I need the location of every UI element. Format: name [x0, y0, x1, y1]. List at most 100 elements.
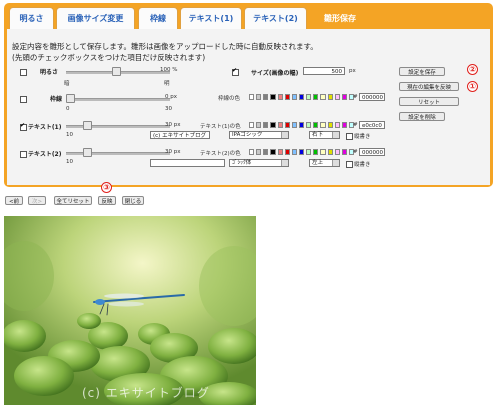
color-swatch[interactable]: [291, 149, 297, 155]
color-swatch[interactable]: [256, 94, 262, 100]
color-swatch[interactable]: [298, 94, 305, 100]
next-button[interactable]: 次>: [28, 196, 46, 205]
color-swatch[interactable]: [327, 94, 333, 100]
text1-checkbox[interactable]: [20, 122, 27, 131]
text2-checkbox[interactable]: [20, 151, 27, 158]
color-swatch[interactable]: [284, 149, 290, 155]
text1-color-input[interactable]: e0c0c0: [359, 121, 385, 129]
size-checkbox[interactable]: [232, 67, 239, 76]
color-swatch[interactable]: [270, 122, 276, 128]
text2-color-swatches[interactable]: [249, 149, 355, 155]
color-swatch[interactable]: [341, 94, 347, 100]
color-swatch[interactable]: [249, 122, 255, 128]
text1-vertical-checkbox[interactable]: [346, 133, 353, 140]
text1-font-select[interactable]: IPAゴシック: [229, 131, 289, 139]
close-button[interactable]: 閉じる: [122, 196, 144, 205]
text2-vertical-label: 縦書き: [354, 162, 371, 168]
text2-position-select[interactable]: 左上: [309, 159, 340, 167]
text1-min-label: 10: [66, 132, 73, 138]
color-swatch[interactable]: [284, 94, 290, 100]
color-swatch[interactable]: [334, 94, 340, 100]
border-color-hash: #: [353, 94, 358, 100]
text1-label: テキスト(1): [28, 124, 62, 131]
color-swatch[interactable]: [277, 94, 283, 100]
color-swatch[interactable]: [263, 122, 269, 128]
border-color-input[interactable]: 000000: [359, 93, 385, 101]
border-checkbox[interactable]: [20, 96, 27, 103]
color-swatch[interactable]: [291, 94, 297, 100]
tab-resize[interactable]: 画像サイズ変更: [56, 7, 135, 29]
text2-slider[interactable]: [66, 152, 170, 155]
size-input[interactable]: 500: [303, 67, 345, 75]
apply-current-edit-button[interactable]: 現在の編集を反映: [399, 82, 459, 91]
color-swatch[interactable]: [327, 149, 333, 155]
image-preview: [4, 216, 256, 405]
color-swatch[interactable]: [306, 149, 312, 155]
color-swatch[interactable]: [263, 94, 269, 100]
watermark-text: (c) エキサイトブログ: [82, 386, 210, 400]
border-min-label: 0: [66, 106, 70, 112]
prev-button[interactable]: <前: [5, 196, 23, 205]
text2-color-hash: #: [353, 149, 358, 155]
tab-text2[interactable]: テキスト(2): [244, 7, 307, 29]
text2-vertical-checkbox[interactable]: [346, 161, 353, 168]
text2-min-label: 10: [66, 159, 73, 165]
color-swatch[interactable]: [256, 122, 262, 128]
size-label: サイズ(画像の幅): [251, 70, 299, 77]
reset-button[interactable]: リセット: [399, 97, 459, 106]
color-swatch[interactable]: [263, 149, 269, 155]
tab-brightness[interactable]: 明るさ: [9, 7, 54, 29]
color-swatch[interactable]: [298, 149, 305, 155]
color-swatch[interactable]: [306, 122, 312, 128]
color-swatch[interactable]: [313, 94, 319, 100]
apply-button[interactable]: 反映: [98, 196, 116, 205]
delete-settings-button[interactable]: 設定を削除: [399, 112, 445, 121]
color-swatch[interactable]: [270, 149, 276, 155]
color-swatch[interactable]: [334, 122, 340, 128]
text2-content-input[interactable]: [150, 159, 225, 167]
color-swatch[interactable]: [298, 122, 305, 128]
color-swatch[interactable]: [334, 149, 340, 155]
tab-text1[interactable]: テキスト(1): [180, 7, 242, 29]
border-slider-thumb[interactable]: [66, 94, 75, 103]
color-swatch[interactable]: [256, 149, 262, 155]
color-swatch[interactable]: [291, 122, 297, 128]
tab-border[interactable]: 枠線: [138, 7, 178, 29]
color-swatch[interactable]: [306, 94, 312, 100]
color-swatch[interactable]: [320, 149, 326, 155]
color-swatch[interactable]: [341, 122, 347, 128]
text1-color-swatches[interactable]: [249, 122, 355, 128]
text1-content-input[interactable]: (c) エキサイトブログ: [150, 131, 210, 139]
text1-color-label: テキスト(1)の色: [200, 124, 241, 130]
text2-font-select[interactable]: ｺﾞｼｯｸ体: [229, 159, 289, 167]
color-swatch[interactable]: [249, 94, 255, 100]
color-swatch[interactable]: [327, 122, 333, 128]
text1-color-hash: #: [353, 122, 358, 128]
border-color-swatches[interactable]: [249, 94, 355, 100]
text1-position-select[interactable]: 右下: [309, 131, 340, 139]
brightness-min-label: 暗: [64, 81, 70, 87]
border-slider[interactable]: [66, 98, 170, 101]
brightness-slider-thumb[interactable]: [112, 67, 121, 76]
text1-slider-thumb[interactable]: [83, 121, 92, 130]
color-swatch[interactable]: [270, 94, 276, 100]
text2-color-input[interactable]: 000000: [359, 148, 385, 156]
color-swatch[interactable]: [284, 122, 290, 128]
text1-slider[interactable]: [66, 125, 170, 128]
brightness-max-label: 明: [164, 81, 170, 87]
border-label: 枠線: [50, 96, 63, 103]
color-swatch[interactable]: [277, 149, 283, 155]
tab-template-save[interactable]: 雛形保存: [310, 7, 370, 29]
color-swatch[interactable]: [277, 122, 283, 128]
color-swatch[interactable]: [320, 94, 326, 100]
color-swatch[interactable]: [320, 122, 326, 128]
color-swatch[interactable]: [313, 122, 319, 128]
reset-all-button[interactable]: 全てリセット: [54, 196, 92, 205]
color-swatch[interactable]: [249, 149, 255, 155]
color-swatch[interactable]: [341, 149, 347, 155]
brightness-checkbox[interactable]: [20, 69, 27, 76]
brightness-label: 明るさ: [40, 69, 59, 76]
text2-slider-thumb[interactable]: [83, 148, 92, 157]
save-settings-button[interactable]: 設定を保存: [399, 67, 445, 76]
color-swatch[interactable]: [313, 149, 319, 155]
